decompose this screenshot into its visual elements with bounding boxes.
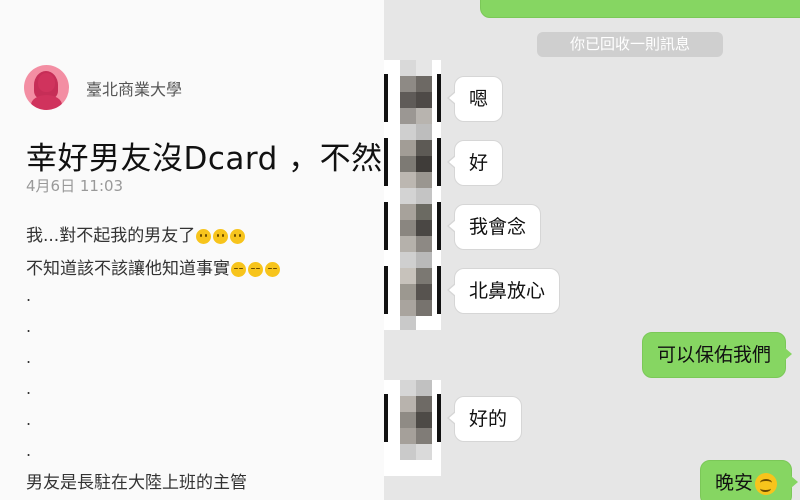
avatar-frame-left — [384, 138, 388, 186]
pixel-cell — [416, 236, 432, 252]
pixel-cell — [400, 76, 416, 92]
message-incoming[interactable]: 嗯 — [446, 76, 504, 122]
avatar-frame-right — [437, 202, 441, 250]
pixel-cell — [416, 76, 432, 92]
pixel-cell — [400, 252, 416, 268]
avatar-shoulders — [31, 95, 62, 110]
pixel-cell — [416, 300, 432, 316]
post-date: 4月6日 11:03 — [26, 177, 124, 195]
pixel-cell — [416, 380, 432, 396]
pixel-cell — [416, 140, 432, 156]
chat-panel: 你已回收一則訊息 嗯 好 我會念 北鼻放心 可以保佑我們 好的 晚安 — [384, 0, 800, 500]
neutral-face-icon — [230, 228, 246, 244]
pixel-cell — [416, 124, 432, 140]
forum-post: 臺北商業大學 幸好男友沒Dcard ，不然 4月6日 11:03 我...對不起… — [0, 0, 384, 500]
pixel-cell — [400, 172, 416, 188]
post-ellipsis-line: . — [26, 348, 32, 367]
neutral-face-icon — [213, 228, 229, 244]
post-line-9: 男友是長駐在大陸上班的主管 — [26, 473, 247, 493]
pixel-cell — [416, 204, 432, 220]
system-notice: 你已回收一則訊息 — [537, 32, 723, 57]
avatar-frame-right — [437, 394, 441, 442]
message-incoming[interactable]: 好的 — [446, 396, 523, 442]
avatar[interactable] — [24, 65, 69, 110]
pixel-cell — [416, 428, 432, 444]
post-line-text: 不知道該不該讓他知道事實 — [26, 259, 230, 279]
pixel-cell — [400, 284, 416, 300]
pixel-cell — [416, 172, 432, 188]
post-ellipsis-line: . — [26, 441, 32, 460]
pixel-cell — [400, 108, 416, 124]
post-ellipsis-line: . — [26, 379, 32, 398]
pixel-cell — [416, 60, 432, 76]
post-title: 幸好男友沒Dcard ，不然 — [26, 141, 383, 177]
school-name[interactable]: 臺北商業大學 — [86, 76, 182, 100]
contact-avatar-blurred[interactable] — [384, 380, 441, 476]
pixel-cell — [416, 268, 432, 284]
pixel-cell — [400, 444, 416, 460]
avatar-frame-left — [384, 202, 388, 250]
pixel-cell — [400, 92, 416, 108]
pixel-cell — [416, 220, 432, 236]
pixel-cell — [400, 412, 416, 428]
message-incoming[interactable]: 我會念 — [446, 204, 542, 250]
post-ellipsis-line: . — [26, 410, 32, 429]
pixel-cell — [416, 108, 432, 124]
outgoing-bubble-cropped[interactable] — [480, 0, 800, 18]
contact-avatar-blurred[interactable] — [384, 252, 441, 330]
pixel-cell — [400, 316, 416, 330]
pixel-cell — [400, 380, 416, 396]
pixel-cell — [400, 140, 416, 156]
pensive-face-icon — [248, 261, 263, 277]
post-line-1: 我...對不起我的男友了 — [26, 221, 246, 246]
message-incoming[interactable]: 好 — [446, 140, 504, 186]
message-text: 晚安 — [715, 472, 754, 494]
avatar-frame-left — [384, 266, 388, 314]
pixel-cell — [400, 300, 416, 316]
pixel-cell — [416, 92, 432, 108]
avatar-head — [38, 73, 55, 92]
post-ellipsis-line: . — [26, 317, 32, 336]
pensive-face-icon — [265, 261, 280, 277]
pixel-cell — [416, 396, 432, 412]
message-outgoing[interactable]: 可以保佑我們 — [642, 332, 793, 378]
pixel-cell — [416, 284, 432, 300]
avatar-frame-right — [437, 138, 441, 186]
neutral-face-icon — [196, 228, 212, 244]
avatar-frame-right — [437, 74, 441, 122]
pixel-cell — [400, 60, 416, 76]
pixel-cell — [400, 428, 416, 444]
pixel-cell — [416, 412, 432, 428]
avatar-frame-right — [437, 266, 441, 314]
post-line-text: 我...對不起我的男友了 — [26, 226, 196, 246]
pixel-cell — [400, 396, 416, 412]
pixel-cell — [400, 268, 416, 284]
pixel-cell — [400, 124, 416, 140]
pixel-cell — [400, 236, 416, 252]
avatar-frame-left — [384, 74, 388, 122]
pixel-cell — [416, 444, 432, 460]
avatar-frame-left — [384, 394, 388, 442]
smiling-face-icon — [755, 472, 778, 495]
pixel-cell — [400, 156, 416, 172]
pixel-cell — [400, 204, 416, 220]
post-ellipsis-line: . — [26, 286, 32, 305]
emoji-row — [231, 261, 280, 277]
pixel-cell — [416, 252, 432, 268]
pensive-face-icon — [231, 261, 246, 277]
emoji-row — [196, 228, 246, 244]
pixel-cell — [416, 156, 432, 172]
message-outgoing[interactable]: 晚安 — [700, 460, 799, 500]
pixel-cell — [400, 188, 416, 204]
post-line-2: 不知道該不該讓他知道事實 — [26, 254, 280, 279]
pixel-cell — [416, 188, 432, 204]
message-incoming[interactable]: 北鼻放心 — [446, 268, 561, 314]
pixel-cell — [400, 220, 416, 236]
